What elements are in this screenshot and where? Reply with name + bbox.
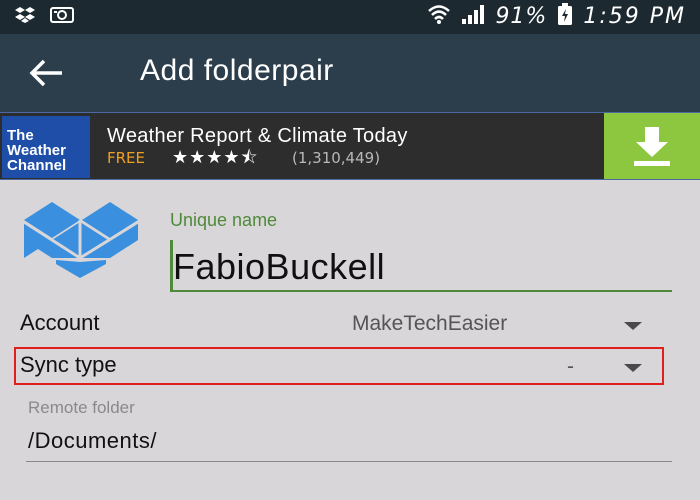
dropbox-icon [14, 6, 36, 28]
battery-icon [557, 2, 573, 30]
download-icon [604, 127, 700, 183]
account-value: MakeTechEasier [352, 312, 508, 335]
caret-down-icon [624, 364, 642, 372]
sync-type-dropdown[interactable]: Sync type - [14, 347, 664, 385]
caret-down-icon [624, 322, 642, 330]
battery-percent: 91% [495, 3, 548, 29]
remote-folder-value: /Documents/ [28, 428, 157, 453]
review-count: (1,310,449) [292, 149, 381, 167]
wifi-icon [427, 3, 451, 29]
status-bar-left [14, 6, 74, 28]
account-label: Account [20, 310, 100, 335]
logo-line: Weather [7, 142, 66, 159]
remote-folder-input[interactable]: /Documents/ [26, 426, 672, 462]
unique-name-input[interactable]: FabioBuckell [170, 240, 672, 292]
logo-line: The [7, 127, 34, 144]
ad-banner[interactable]: The Weather Channel Weather Report & Cli… [0, 112, 700, 180]
weather-channel-logo: The Weather Channel [2, 116, 90, 178]
remote-folder-label: Remote folder [28, 398, 135, 417]
back-button[interactable] [22, 52, 70, 94]
download-button[interactable] [604, 113, 700, 179]
status-bar-right: 91% 1:59 PM [427, 2, 686, 30]
page-title: Add folderpair [140, 54, 334, 87]
clock: 1:59 PM [583, 3, 686, 29]
unique-name-label: Unique name [170, 210, 278, 230]
unique-name-value: FabioBuckell [173, 246, 386, 287]
dropbox-icon [22, 198, 140, 278]
screenshot-icon [50, 6, 74, 28]
signal-icon [461, 3, 485, 29]
account-dropdown[interactable]: Account MakeTechEasier [14, 306, 664, 344]
app-bar: Add folderpair [0, 34, 700, 112]
status-bar: 91% 1:59 PM [0, 0, 700, 34]
rating-stars: ★★★★⯪ [172, 147, 259, 168]
ad-price: FREE [107, 149, 146, 167]
sync-type-value: - [567, 355, 574, 378]
arrow-left-icon [22, 59, 70, 98]
sync-type-label: Sync type [20, 352, 117, 377]
logo-line: Channel [7, 157, 67, 174]
